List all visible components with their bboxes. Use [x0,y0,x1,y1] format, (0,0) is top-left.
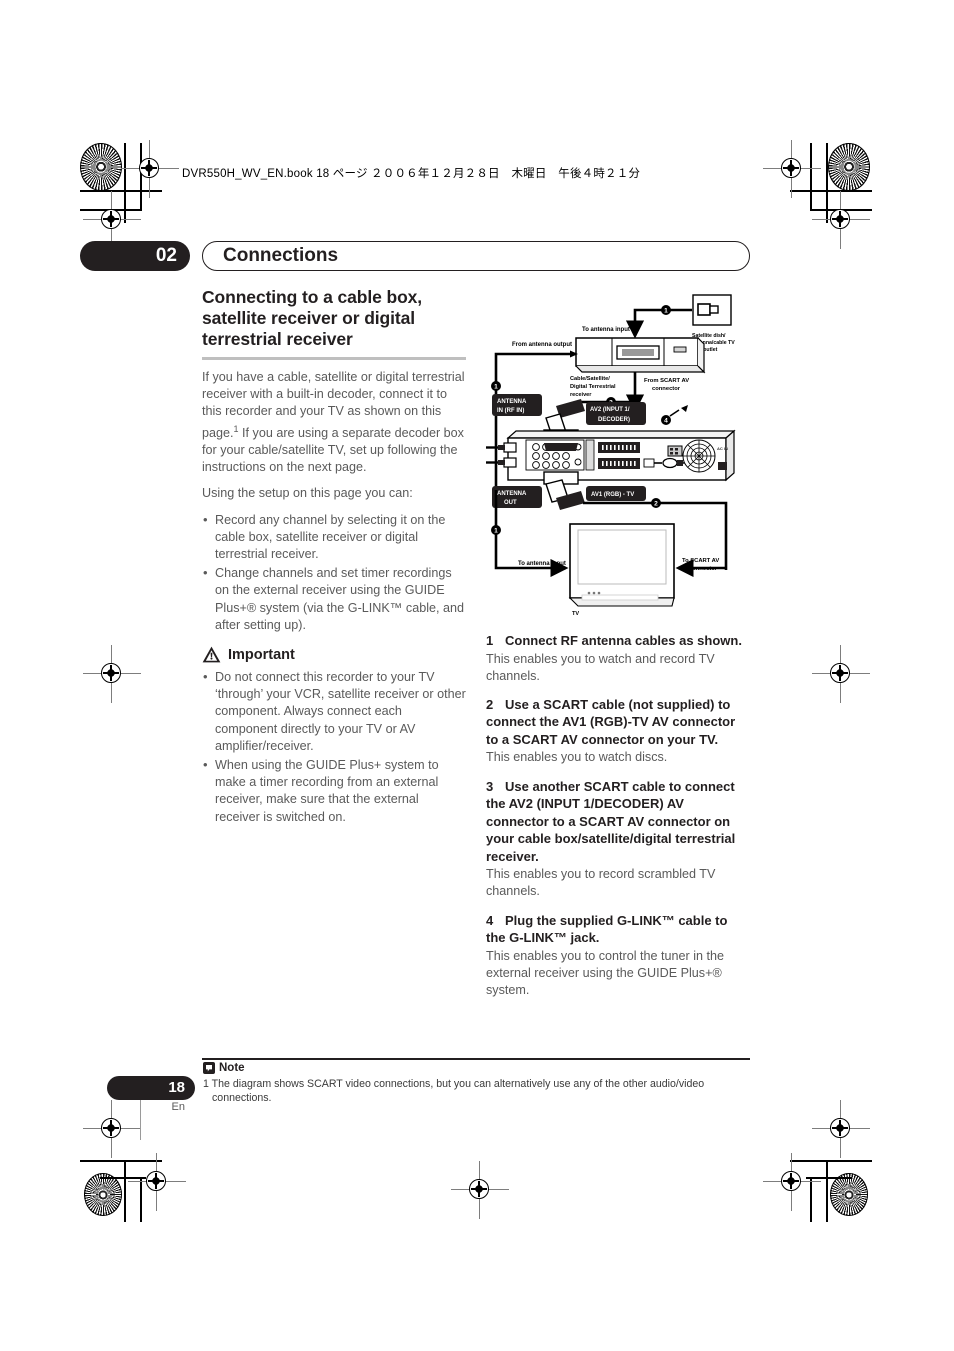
registration-crosshair-top-right [763,140,821,198]
step-number: 3 [486,778,494,794]
list-item: Record any channel by selecting it on th… [202,511,466,564]
registration-star-top-left [80,143,122,191]
registration-star-bottom-left [84,1173,122,1216]
svg-text:receiver: receiver [570,392,592,398]
callout-1b: 1 [494,384,498,391]
label-receiver-caption: Cable/Satellite/ [570,376,610,382]
crop-mark-bottom-right-v2 [810,1177,812,1222]
step-description: This enables you to watch discs. [486,750,668,765]
footnote-body: The diagram shows SCART video connection… [211,1078,705,1090]
label-antenna-in: ANTENNA [497,399,527,405]
step-heading: 2 Use a SCART cable (not supplied) to con… [486,696,750,749]
right-column: 1 Connect RF antenna cables as shown. Thi… [486,632,750,1010]
crop-mark-bottom-right-h2 [806,1177,852,1179]
setup-lead-in: Using the setup on this page you can: [202,486,413,501]
step-text: Use a SCART cable (not supplied) to conn… [486,696,736,747]
label-to-scart-av-tv: To SCART AV [682,558,719,564]
callout-1c: 1 [494,528,498,535]
callout-4: 4 [664,418,668,425]
warning-triangle-icon [202,646,221,663]
crop-mark-bottom-left-v [124,1160,126,1222]
label-av1: AV1 (RGB) - TV [591,492,634,498]
label-av2: AV2 (INPUT 1/ [590,407,630,413]
footnote-text: 1 The diagram shows SCART video connecti… [203,1077,751,1105]
registration-star-bottom-right [830,1173,868,1216]
crop-mark-bottom-left-h [80,1160,162,1162]
label-from-scart-av: From SCART AV [644,378,689,384]
important-label: Important [228,646,295,663]
registration-crosshair-bottom-left [128,1153,186,1211]
step-heading: 1 Connect RF antenna cables as shown. [486,632,750,650]
registration-crosshair-right-lower [812,1100,870,1158]
important-list: Do not connect this recorder to your TV … [202,668,466,826]
tv-illustration: TV [568,523,675,617]
intro-paragraph-part2: If you are using a separate decoder box … [202,425,464,475]
registration-star-top-right [828,143,870,191]
svg-text:OUT: OUT [504,500,517,506]
svg-text:connector: connector [652,386,681,392]
left-column: Connecting to a cable box, satellite rec… [202,287,466,835]
registration-crosshair-bottom-center [451,1161,509,1219]
svg-text:AC IN: AC IN [717,446,728,451]
list-item: Do not connect this recorder to your TV … [202,668,466,755]
important-heading: Important [202,646,466,663]
step-heading: 4 Plug the supplied G-LINK™ cable to the … [486,912,750,947]
svg-text:DECODER): DECODER) [598,417,630,423]
svg-text:IN (RF IN): IN (RF IN) [497,408,524,414]
footnote-body-cont: connections. [212,1092,272,1104]
step-heading: 3 Use another SCART cable to connect the … [486,778,750,866]
registration-crosshair-bottom-right [763,1153,821,1211]
footnote-number: 1 [203,1078,209,1090]
step-number: 1 [486,633,494,648]
step-text: Plug the supplied G-LINK™ cable to the G… [486,912,728,946]
step-text: Use another SCART cable to connect the A… [486,778,736,864]
registration-crosshair-left-lower [83,1100,141,1158]
label-tv: TV [572,611,579,617]
recorder-rear-panel: AC IN [506,429,736,482]
registration-crosshair-right-middle [812,645,870,703]
label-to-antenna-input-top: To antenna input [582,327,630,333]
page-number-badge: 18 [107,1076,195,1100]
page-language: En [171,1101,185,1113]
registration-crosshair-left-upper [83,191,141,249]
callout-2: 2 [654,501,658,508]
label-to-antenna-input-tv: To antenna input [518,561,566,567]
note-label: Note [219,1062,245,1074]
svg-text:Digital Terrestrial: Digital Terrestrial [570,384,616,390]
step-number: 4 [486,912,494,928]
step-number: 2 [486,696,494,712]
chapter-title: Connections [202,241,750,271]
step-description: This enables you to record scrambled TV … [486,867,716,899]
registration-crosshair-left-middle [83,645,141,703]
note-heading: Note [203,1062,245,1074]
title-divider [202,357,466,360]
step-description: This enables you to watch and record TV … [486,651,715,683]
intro-paragraph: If you have a cable, satellite or digita… [202,369,466,476]
label-from-antenna-output: From antenna output [512,342,572,348]
crop-mark-bottom-right-v [826,1160,828,1222]
note-divider [202,1058,750,1060]
crop-mark-top-right-v2 [810,143,812,211]
registration-crosshair-top-left [121,140,179,198]
list-item: When using the GUIDE Plus+ system to mak… [202,756,466,826]
step-description: This enables you to control the tuner in… [486,948,725,997]
note-icon [203,1062,215,1074]
connection-diagram: Satellite dish/ antenna/cable TV wall ou… [486,290,752,620]
crop-mark-top-right-h [790,190,872,192]
registration-crosshair-right-upper [812,191,870,249]
page-title: Connecting to a cable box, satellite rec… [202,287,423,349]
chapter-number-badge: 02 [80,241,190,271]
print-header-text: DVR550H_WV_EN.book 18 ページ ２００６年１２月２８日 木曜… [182,168,641,180]
svg-text:connector: connector [689,566,718,572]
list-item: Change channels and set timer recordings… [202,564,466,634]
crop-mark-bottom-right-h [790,1160,872,1162]
callout-1a: 1 [664,308,668,315]
capability-list: Record any channel by selecting it on th… [202,511,466,634]
step-text: Connect RF antenna cables as shown. [505,633,742,648]
page-tick-line [140,1100,141,1140]
label-antenna-out: ANTENNA [497,491,527,497]
